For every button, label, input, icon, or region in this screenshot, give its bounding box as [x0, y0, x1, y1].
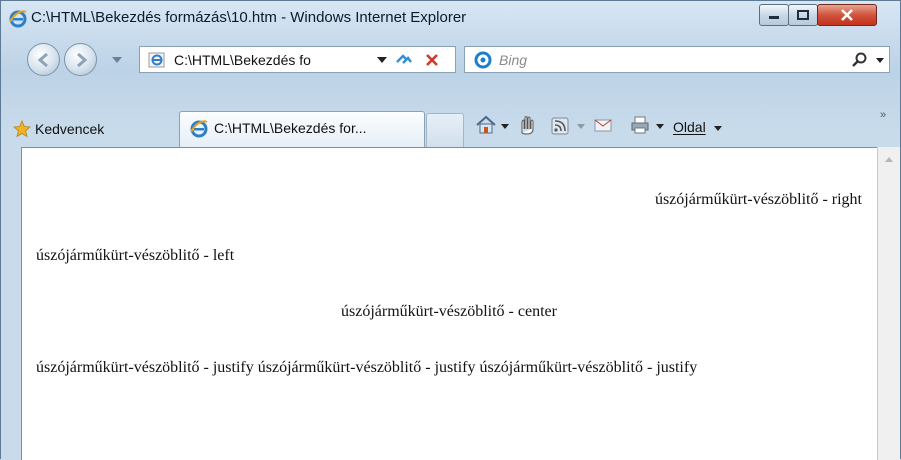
search-bar[interactable]: Bing — [464, 46, 890, 73]
paragraph-right-aligned: úszójárműkürt-vészöblitő - right — [654, 191, 862, 208]
tab-current-page[interactable]: C:\HTML\Bekezdés for... — [179, 111, 425, 147]
mail-icon[interactable] — [594, 117, 612, 133]
search-options-dropdown-icon[interactable] — [876, 58, 884, 63]
minimize-button[interactable] — [759, 4, 789, 26]
favorites-label: Kedvencek — [35, 121, 105, 137]
home-icon[interactable] — [475, 115, 497, 135]
forward-button[interactable] — [64, 43, 97, 76]
rss-icon[interactable] — [551, 117, 569, 135]
paragraph-centered: úszójárműkürt-vészöblitő - center — [341, 303, 557, 320]
paragraph-left-aligned: úszójárműkürt-vészöblitő - left — [36, 247, 235, 264]
arrow-right-icon — [77, 52, 88, 68]
page-menu-label: Oldal — [673, 119, 706, 135]
feeds-icon[interactable] — [516, 115, 538, 135]
close-icon — [818, 5, 876, 25]
address-dropdown-icon[interactable] — [377, 57, 387, 63]
star-icon — [13, 120, 31, 138]
vertical-scrollbar[interactable] — [877, 147, 900, 460]
scroll-up-arrow-icon[interactable] — [885, 157, 893, 162]
more-commands-chevron-icon[interactable]: » — [880, 109, 886, 121]
recent-pages-dropdown-icon[interactable] — [112, 57, 122, 63]
back-button[interactable] — [27, 43, 60, 76]
tab-label: C:\HTML\Bekezdés for... — [214, 120, 367, 136]
ie-logo-icon — [9, 10, 27, 28]
arrow-left-icon — [37, 52, 48, 68]
close-button[interactable] — [817, 4, 877, 26]
minimize-icon — [760, 5, 788, 25]
page-ie-icon — [148, 52, 165, 68]
new-tab-button[interactable] — [426, 113, 464, 147]
ie-logo-icon — [190, 120, 208, 138]
home-dropdown-icon[interactable] — [501, 124, 509, 129]
address-bar[interactable]: C:\HTML\Bekezdés fo — [139, 46, 456, 73]
refresh-icon[interactable] — [394, 51, 414, 69]
print-icon[interactable] — [630, 115, 650, 135]
address-input[interactable]: C:\HTML\Bekezdés fo — [174, 52, 311, 68]
maximize-button[interactable] — [788, 4, 818, 26]
page-menu-button[interactable]: Oldal — [673, 119, 722, 135]
feeds-dropdown-icon[interactable] — [577, 124, 585, 129]
paragraph-justified: úszójárműkürt-vészöblitő - justify úszój… — [36, 359, 698, 376]
chevron-down-icon — [713, 125, 722, 131]
bing-logo-icon — [474, 51, 492, 69]
print-dropdown-icon[interactable] — [656, 124, 664, 129]
stop-icon[interactable] — [424, 52, 440, 68]
window-left-border — [1, 147, 21, 460]
maximize-icon — [789, 5, 817, 25]
page-content: úszójárműkürt-vészöblitő - right úszójár… — [21, 147, 877, 460]
search-input[interactable]: Bing — [499, 52, 527, 68]
browser-window: C:\HTML\Bekezdés formázás\10.htm - Windo… — [0, 0, 901, 460]
search-icon[interactable] — [851, 52, 869, 68]
window-title: C:\HTML\Bekezdés formázás\10.htm - Windo… — [31, 9, 467, 26]
